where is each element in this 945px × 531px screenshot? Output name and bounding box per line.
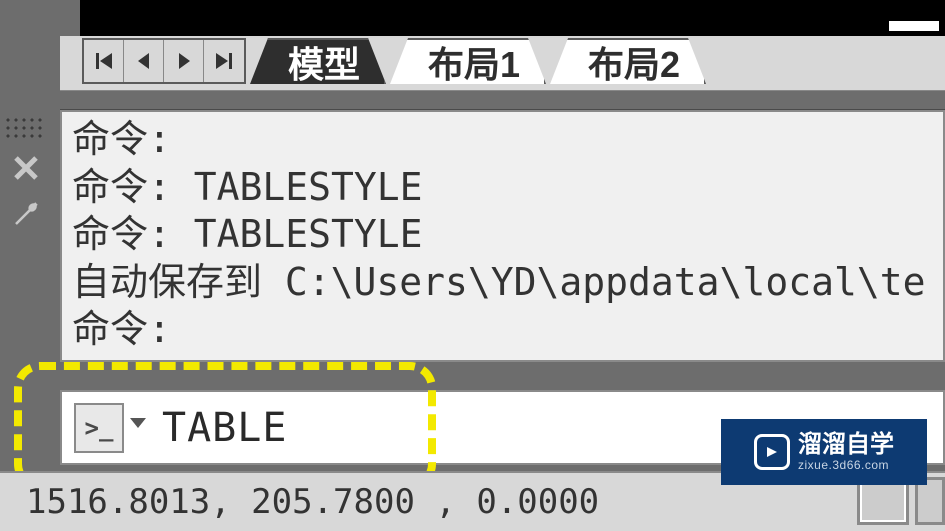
- nav-next-button[interactable]: [164, 40, 204, 82]
- options-button[interactable]: [8, 196, 44, 232]
- prompt-glyph: >_: [85, 414, 114, 442]
- watermark-text: 溜溜自学 zixue.3d66.com: [798, 433, 894, 471]
- tab-layout2[interactable]: 布局2: [550, 38, 706, 84]
- panel-grip[interactable]: [4, 116, 42, 140]
- watermark-title: 溜溜自学: [798, 433, 894, 457]
- chevron-down-icon: [130, 418, 146, 432]
- panel-divider: [60, 90, 945, 110]
- skip-end-icon: [214, 51, 234, 71]
- history-line: 命令:: [72, 116, 933, 164]
- skip-start-icon: [94, 51, 114, 71]
- tab-layout2-label: 布局2: [588, 36, 680, 88]
- tab-nav-buttons: [82, 38, 246, 84]
- close-icon: [11, 153, 41, 183]
- command-panel-left: [0, 110, 56, 232]
- nav-prev-button[interactable]: [124, 40, 164, 82]
- watermark-logo: 溜溜自学 zixue.3d66.com: [721, 419, 927, 485]
- nav-last-button[interactable]: [204, 40, 244, 82]
- drawing-canvas-area[interactable]: [80, 0, 945, 38]
- chevron-right-icon: [174, 51, 194, 71]
- wrench-icon: [11, 199, 41, 229]
- nav-first-button[interactable]: [84, 40, 124, 82]
- tab-model[interactable]: 模型: [250, 38, 386, 84]
- tab-layout1[interactable]: 布局1: [390, 38, 546, 84]
- tab-strip: 模型 布局1 布局2: [82, 38, 706, 88]
- tab-layout1-label: 布局1: [428, 36, 520, 88]
- tab-model-label: 模型: [288, 36, 360, 88]
- watermark-url: zixue.3d66.com: [798, 459, 894, 471]
- coordinates-display: 1516.8013, 205.7800 , 0.0000: [26, 482, 599, 522]
- play-icon-box: [754, 434, 790, 470]
- play-icon: [765, 445, 779, 459]
- history-line: 自动保存到 C:\Users\YD\appdata\local\te: [72, 259, 933, 307]
- history-line: 命令: TABLESTYLE: [72, 211, 933, 259]
- history-line: 命令: TABLESTYLE: [72, 164, 933, 212]
- command-prompt-icon[interactable]: >_: [74, 403, 124, 453]
- close-button[interactable]: [8, 150, 44, 186]
- history-line: 命令:: [72, 306, 933, 354]
- command-history-dropdown[interactable]: [130, 418, 146, 437]
- command-history[interactable]: 命令: 命令: TABLESTYLE 命令: TABLESTYLE 自动保存到 …: [60, 110, 945, 362]
- chevron-left-icon: [134, 51, 154, 71]
